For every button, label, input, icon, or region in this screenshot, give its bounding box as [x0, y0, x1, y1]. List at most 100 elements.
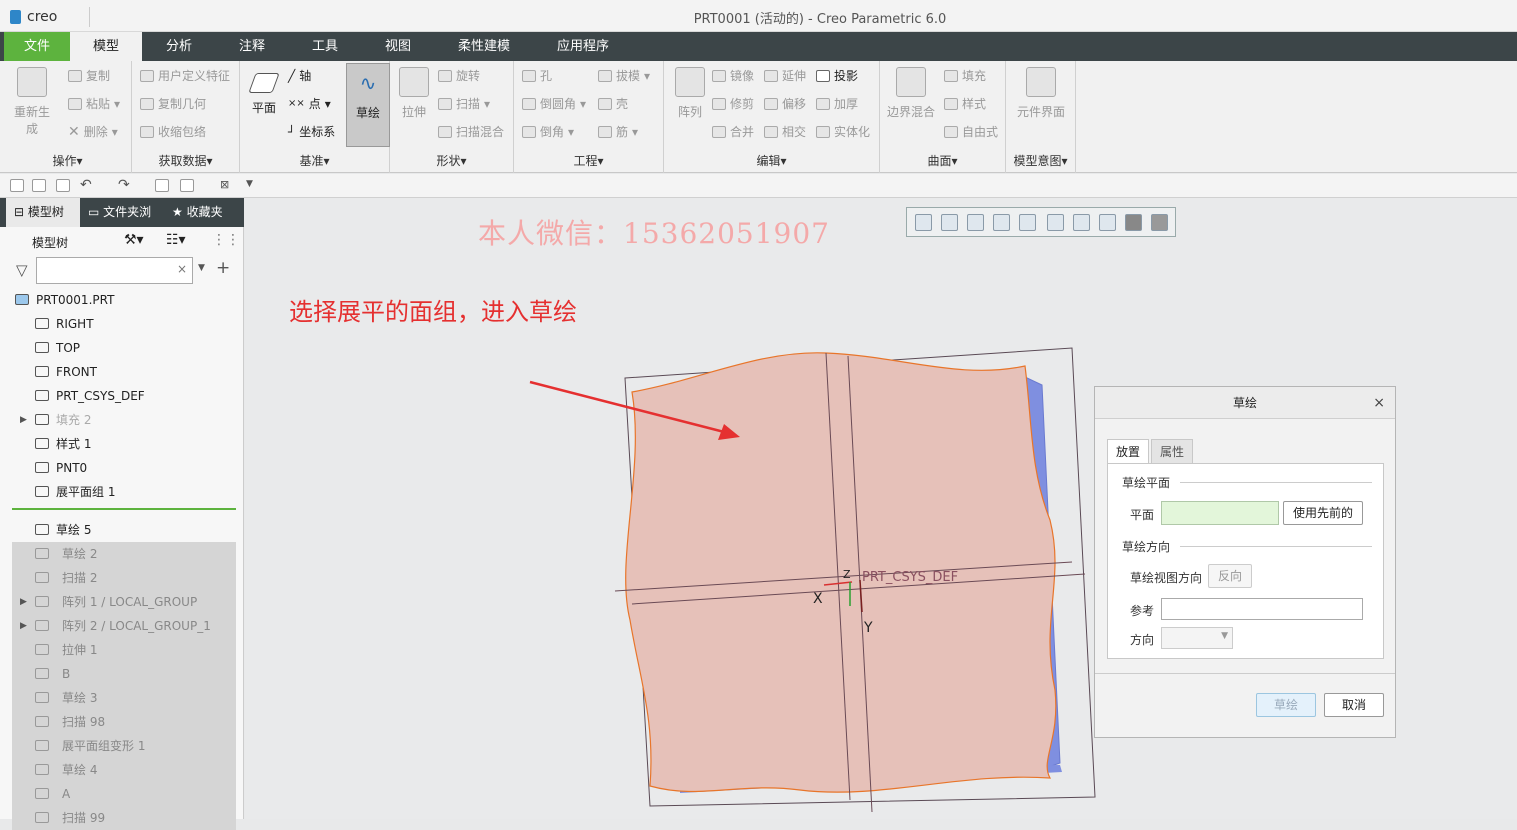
search-dropdown-icon[interactable]: ▼	[198, 263, 205, 273]
reference-collector[interactable]	[1161, 598, 1363, 620]
component-interface-button[interactable]: 元件界面	[1016, 67, 1066, 120]
expand-icon[interactable]: ▶	[20, 614, 27, 638]
close-icon[interactable]: ×	[1373, 395, 1385, 411]
regenerate-small-icon[interactable]	[155, 179, 169, 192]
view-manager-icon[interactable]	[1019, 214, 1036, 231]
tree-row[interactable]: 展平面组 1	[0, 480, 236, 504]
thicken-button[interactable]: 加厚	[816, 95, 858, 112]
sketch-button[interactable]: ∿ 草绘	[346, 63, 390, 147]
merge-button[interactable]: 合并	[712, 123, 754, 140]
group-label-get-data[interactable]: 获取数据▾	[132, 152, 239, 169]
annotation-display-icon[interactable]	[1125, 214, 1142, 231]
tree-row[interactable]: 草绘 5	[0, 518, 236, 542]
tree-row[interactable]: 扫描 98	[12, 710, 236, 734]
tree-row[interactable]: 扫描 2	[12, 566, 236, 590]
open-file-icon[interactable]	[32, 179, 46, 192]
group-label-shapes[interactable]: 形状▾	[390, 152, 513, 169]
revolve-button[interactable]: 旋转	[438, 67, 480, 84]
shrinkwrap-button[interactable]: 收缩包络	[140, 123, 206, 140]
tab-model[interactable]: 模型	[70, 32, 142, 61]
axis-button[interactable]: ╱ 轴	[288, 67, 311, 84]
use-previous-button[interactable]: 使用先前的	[1283, 501, 1363, 525]
pattern-button[interactable]: 阵列	[668, 67, 712, 120]
intersect-button[interactable]: 相交	[764, 123, 806, 140]
extend-button[interactable]: 延伸	[764, 67, 806, 84]
tree-row[interactable]: 拉伸 1	[12, 638, 236, 662]
tab-tools[interactable]: 工具	[292, 32, 358, 61]
saved-orientations-icon[interactable]	[993, 214, 1010, 231]
tree-row[interactable]: 样式 1	[0, 432, 236, 456]
style-button[interactable]: 样式	[944, 95, 986, 112]
tab-properties[interactable]: 属性	[1151, 439, 1194, 463]
tree-row[interactable]: B	[12, 662, 236, 686]
delete-button[interactable]: ✕ 删除 ▾	[68, 123, 118, 140]
plane-collector[interactable]	[1161, 501, 1279, 525]
point-button[interactable]: ×× 点 ▾	[288, 95, 331, 112]
round-button[interactable]: 倒圆角 ▾	[522, 95, 586, 112]
mirror-button[interactable]: 镜像	[712, 67, 754, 84]
copy-geometry-button[interactable]: 复制几何	[140, 95, 206, 112]
sweep-button[interactable]: 扫描 ▾	[438, 95, 490, 112]
tree-row[interactable]: A	[12, 782, 236, 806]
tab-annotate[interactable]: 注释	[220, 32, 284, 61]
copy-button[interactable]: 复制	[68, 67, 110, 84]
regenerate-button[interactable]: 重新生成	[10, 67, 54, 137]
insert-indicator[interactable]	[12, 508, 236, 510]
shell-button[interactable]: 壳	[598, 95, 628, 112]
close-window-icon[interactable]: ⊠	[220, 178, 229, 191]
project-button[interactable]: 投影	[816, 67, 858, 84]
customize-toolbar-icon[interactable]: ▼	[246, 179, 253, 189]
hole-button[interactable]: 孔	[522, 67, 552, 84]
flattened-quilt-surface[interactable]	[625, 352, 1057, 793]
tab-view[interactable]: 视图	[366, 32, 430, 61]
tree-settings-icon[interactable]: ⚒▾	[124, 232, 144, 248]
swept-blend-button[interactable]: 扫描混合	[438, 123, 504, 140]
plane-button[interactable]: 平面	[242, 67, 286, 116]
tree-row[interactable]: TOP	[0, 336, 236, 360]
tree-columns-icon[interactable]: ⋮⋮	[212, 232, 240, 248]
tree-row[interactable]: 展平面组变形 1	[12, 734, 236, 758]
tree-row[interactable]: PRT_CSYS_DEF	[0, 384, 236, 408]
tree-row[interactable]: 扫描 99	[12, 806, 236, 830]
draft-button[interactable]: 拔模 ▾	[598, 67, 650, 84]
zoom-out-icon[interactable]	[941, 214, 958, 231]
group-label-surfaces[interactable]: 曲面▾	[880, 152, 1005, 169]
tree-row[interactable]: 草绘 3	[12, 686, 236, 710]
rib-button[interactable]: 筋 ▾	[598, 123, 638, 140]
sketch-ok-button[interactable]: 草绘	[1256, 693, 1316, 717]
tab-analysis[interactable]: 分析	[146, 32, 212, 61]
expand-icon[interactable]: ▶	[20, 590, 27, 614]
chamfer-button[interactable]: 倒角 ▾	[522, 123, 574, 140]
paste-button[interactable]: 粘贴 ▾	[68, 95, 120, 112]
filter-icon[interactable]: ▽	[16, 261, 28, 279]
tab-flexible-modeling[interactable]: 柔性建模	[448, 32, 520, 61]
tree-display-icon[interactable]: ☷▾	[166, 232, 186, 248]
flip-button[interactable]: 反向	[1208, 564, 1252, 588]
tree-row[interactable]: ▶ 阵列 1 / LOCAL_GROUP	[12, 590, 236, 614]
perspective-icon[interactable]	[1047, 214, 1064, 231]
udf-button[interactable]: 用户定义特征	[140, 67, 230, 84]
tab-folder-browser[interactable]: ▭ 文件夹浏	[88, 198, 160, 227]
refit-icon[interactable]	[967, 214, 984, 231]
tree-row[interactable]: 草绘 2	[12, 542, 236, 566]
expand-icon[interactable]: ▶	[20, 408, 27, 432]
csys-button[interactable]: ┘ 坐标系	[288, 123, 335, 140]
tree-row[interactable]: FRONT	[0, 360, 236, 384]
undo-icon[interactable]: ↶	[80, 177, 92, 193]
tab-placement[interactable]: 放置	[1107, 439, 1150, 463]
tab-model-tree[interactable]: ⊟ 模型树	[6, 198, 80, 227]
add-filter-icon[interactable]: +	[216, 258, 230, 278]
trim-button[interactable]: 修剪	[712, 95, 754, 112]
tree-row[interactable]: PNT0	[0, 456, 236, 480]
tree-row[interactable]: PRT0001.PRT	[0, 288, 236, 312]
group-label-editing[interactable]: 编辑▾	[664, 152, 879, 169]
datum-display-icon[interactable]	[1099, 214, 1116, 231]
tree-row[interactable]: ▶ 阵列 2 / LOCAL_GROUP_1	[12, 614, 236, 638]
extrude-button[interactable]: 拉伸	[392, 67, 436, 120]
group-label-operations[interactable]: 操作▾	[4, 152, 131, 169]
cancel-button[interactable]: 取消	[1324, 693, 1384, 717]
spin-center-icon[interactable]	[1151, 214, 1168, 231]
orientation-select[interactable]: ▼	[1161, 627, 1233, 649]
clear-search-icon[interactable]: ×	[177, 262, 187, 276]
freestyle-button[interactable]: 自由式	[944, 123, 998, 140]
